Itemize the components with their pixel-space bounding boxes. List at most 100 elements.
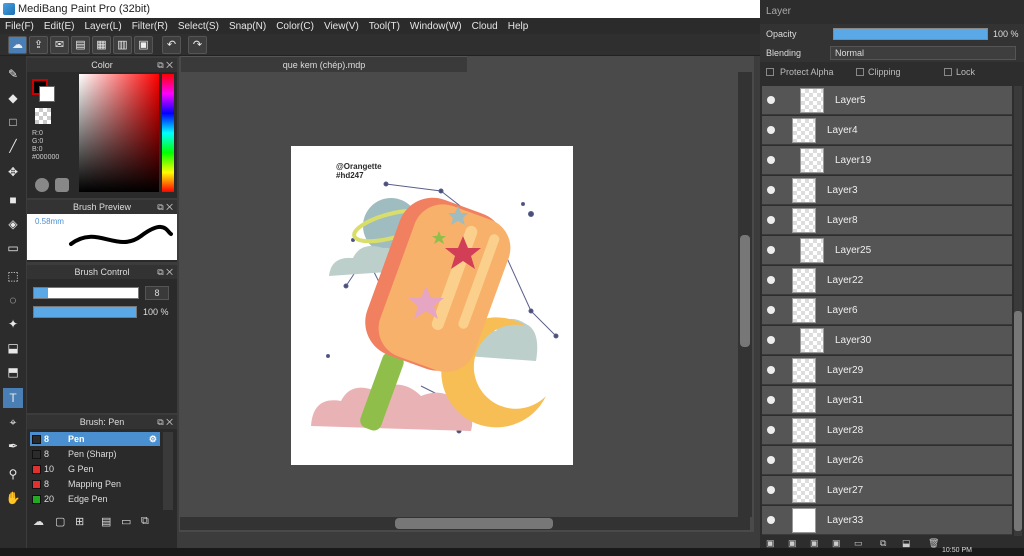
transparent-swatch[interactable] <box>35 108 51 124</box>
brush-list-scrollbar[interactable] <box>163 432 173 510</box>
layer-row[interactable]: Layer33 <box>762 506 1012 535</box>
menu-layer[interactable]: Layer(L) <box>79 21 126 32</box>
hand-tool-icon[interactable]: ✋ <box>3 488 23 508</box>
layer-row[interactable]: Layer6 <box>762 296 1012 325</box>
layout-icon[interactable]: ▣ <box>134 36 153 54</box>
layer-row[interactable]: Layer31 <box>762 386 1012 415</box>
eye-icon[interactable] <box>767 216 775 224</box>
layer-row[interactable]: Layer19 <box>762 146 1012 175</box>
add-brush-icon[interactable]: ⊞ <box>75 515 84 528</box>
artwork-canvas[interactable]: @Orangette #hd247 <box>291 146 573 465</box>
brush-opacity-slider[interactable] <box>33 306 137 318</box>
menu-file[interactable]: File(F) <box>0 21 39 32</box>
layer-row[interactable]: Layer22 <box>762 266 1012 295</box>
brush-size-value[interactable]: 8 <box>145 286 169 300</box>
rectangle-tool-icon[interactable]: □ <box>3 112 23 132</box>
brush-size-slider[interactable] <box>33 287 139 299</box>
grid-icon[interactable]: ▥ <box>113 36 132 54</box>
layer-row[interactable]: Layer28 <box>762 416 1012 445</box>
gradient-tool-icon[interactable]: ▭ <box>3 238 23 258</box>
select-eraser-tool-icon[interactable]: ⬒ <box>3 362 23 382</box>
duplicate-icon[interactable]: ⧉ <box>141 515 149 528</box>
document-icon[interactable]: ▦ <box>92 36 111 54</box>
eye-icon[interactable] <box>767 186 775 194</box>
layer-scroll-thumb[interactable] <box>1014 311 1022 531</box>
eye-icon[interactable] <box>767 246 775 254</box>
eraser-tool-icon[interactable]: ◆ <box>3 88 23 108</box>
layer-row[interactable]: Layer5 <box>762 86 1012 115</box>
lasso-tool-icon[interactable]: ◌ <box>3 290 23 310</box>
brush-item-edge-pen[interactable]: 20 Edge Pen <box>30 492 160 506</box>
layer-row[interactable]: Layer29 <box>762 356 1012 385</box>
cloud-download-icon[interactable]: ☁ <box>33 515 44 528</box>
folder-icon[interactable]: ▭ <box>121 515 131 528</box>
brush-item-mapping-pen[interactable]: 8 Mapping Pen <box>30 477 160 491</box>
vertical-scrollbar[interactable] <box>738 72 752 517</box>
layer-row[interactable]: Layer3 <box>762 176 1012 205</box>
select-pen-tool-icon[interactable]: ⬓ <box>3 338 23 358</box>
redo-icon[interactable]: ↷ <box>188 36 207 54</box>
text-tool-icon[interactable]: T <box>3 388 23 408</box>
eye-icon[interactable] <box>767 396 775 404</box>
menu-select[interactable]: Select(S) <box>173 21 224 32</box>
saturation-value-picker[interactable] <box>79 74 159 192</box>
eye-icon[interactable] <box>767 306 775 314</box>
eye-icon[interactable] <box>767 156 775 164</box>
layer-row[interactable]: Layer4 <box>762 116 1012 145</box>
layer-list-scrollbar[interactable] <box>1014 86 1022 536</box>
line-tool-icon[interactable]: ╱ <box>3 136 23 156</box>
eye-icon[interactable] <box>767 336 775 344</box>
layer-row[interactable]: Layer8 <box>762 206 1012 235</box>
layer-row[interactable]: Layer26 <box>762 446 1012 475</box>
eye-icon[interactable] <box>767 486 775 494</box>
hue-slider[interactable] <box>162 74 174 192</box>
select-rect-tool-icon[interactable]: ⬚ <box>3 266 23 286</box>
menu-tool[interactable]: Tool(T) <box>364 21 405 32</box>
comment-icon[interactable]: ✉ <box>50 36 69 54</box>
palette-icon[interactable] <box>35 178 49 192</box>
brush-item-pen[interactable]: 8 Pen ⚙ <box>30 432 160 446</box>
upload-icon[interactable]: ⇪ <box>29 36 48 54</box>
blending-select[interactable]: Normal <box>830 46 1016 60</box>
new-brush-icon[interactable]: ▢ <box>55 515 65 528</box>
fill-rect-tool-icon[interactable]: ■ <box>3 190 23 210</box>
layer-row[interactable]: Layer30 <box>762 326 1012 355</box>
move-tool-icon[interactable]: ✥ <box>3 162 23 182</box>
menu-filter[interactable]: Filter(R) <box>127 21 173 32</box>
menu-help[interactable]: Help <box>503 21 534 32</box>
menu-window[interactable]: Window(W) <box>405 21 467 32</box>
menu-view[interactable]: View(V) <box>319 21 364 32</box>
color-wheel-icon[interactable] <box>55 178 69 192</box>
divide-tool-icon[interactable]: ⌖ <box>3 412 23 432</box>
menu-color[interactable]: Color(C) <box>271 21 319 32</box>
eye-icon[interactable] <box>767 426 775 434</box>
eye-icon[interactable] <box>767 456 775 464</box>
eye-icon[interactable] <box>767 366 775 374</box>
close-icon[interactable]: ⧉ ✕ <box>157 415 173 429</box>
brush-item-g-pen[interactable]: 10 G Pen <box>30 462 160 476</box>
pen-tool-icon[interactable]: ✒ <box>3 436 23 456</box>
magic-wand-tool-icon[interactable]: ✦ <box>3 314 23 334</box>
gear-icon[interactable]: ⚙ <box>149 432 157 446</box>
chat-icon[interactable]: ▤ <box>71 36 90 54</box>
close-icon[interactable]: ⧉ ✕ <box>157 265 173 279</box>
vertical-scroll-thumb[interactable] <box>740 235 750 347</box>
secondary-color-swatch[interactable] <box>39 86 55 102</box>
layer-row[interactable]: Layer27 <box>762 476 1012 505</box>
bucket-tool-icon[interactable]: ◈ <box>3 214 23 234</box>
menu-snap[interactable]: Snap(N) <box>224 21 271 32</box>
brush-settings-icon[interactable]: ▤ <box>101 515 111 528</box>
menu-edit[interactable]: Edit(E) <box>39 21 80 32</box>
layer-row[interactable]: Layer25 <box>762 236 1012 265</box>
protect-alpha-checkbox[interactable] <box>766 68 774 76</box>
close-icon[interactable]: ⧉ ✕ <box>157 58 173 72</box>
eyedropper-tool-icon[interactable]: ⚲ <box>3 464 23 484</box>
brush-item-pen-sharp[interactable]: 8 Pen (Sharp) <box>30 447 160 461</box>
close-icon[interactable]: ⧉ ✕ <box>157 200 173 214</box>
cloud-brush-icon[interactable]: ☁ <box>8 36 27 54</box>
horizontal-scrollbar[interactable] <box>180 517 750 530</box>
horizontal-scroll-thumb[interactable] <box>395 518 553 529</box>
eye-icon[interactable] <box>767 516 775 524</box>
undo-icon[interactable]: ↶ <box>162 36 181 54</box>
brush-tool-icon[interactable]: ✎ <box>3 64 23 84</box>
